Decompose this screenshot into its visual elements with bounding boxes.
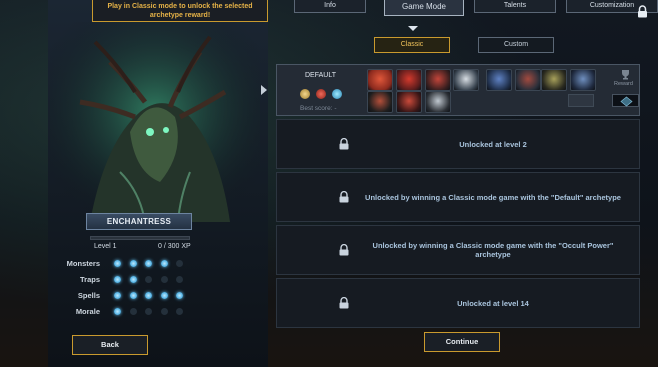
continue-button[interactable]: Continue <box>424 332 500 352</box>
monster-portrait[interactable] <box>396 69 422 91</box>
locked-archetype-card[interactable]: Unlocked by winning a Classic mode game … <box>276 172 640 222</box>
stat-pip <box>129 291 137 299</box>
monster-portrait[interactable] <box>453 69 479 91</box>
lock-icon <box>339 191 349 203</box>
diamond-icon <box>620 96 633 107</box>
stat-pip <box>176 307 183 315</box>
stat-label: Traps <box>79 274 100 284</box>
best-score: Best score: - <box>300 105 337 112</box>
trophy-icon <box>622 70 629 80</box>
stat-pip <box>176 275 183 283</box>
stat-pip <box>160 275 168 283</box>
stat-pip <box>160 259 168 267</box>
chevron-right-icon <box>261 85 267 95</box>
xp-label: 0 / 300 XP <box>158 243 191 250</box>
subtab-custom[interactable]: Custom <box>478 37 554 53</box>
stat-label: Spells <box>77 290 100 300</box>
stat-pip <box>145 259 152 267</box>
monster-portrait[interactable] <box>396 91 422 113</box>
reward-slot <box>568 94 594 107</box>
lock-icon <box>339 244 349 256</box>
stat-pip <box>176 259 183 267</box>
monster-portrait[interactable] <box>425 91 451 113</box>
stat-pip <box>160 291 168 299</box>
stat-pip <box>145 275 152 283</box>
back-button[interactable]: Back <box>72 335 148 355</box>
monster-portrait[interactable] <box>367 91 393 113</box>
stat-row-spells: Spells <box>56 290 192 300</box>
character-portrait <box>50 22 260 222</box>
monster-portrait[interactable] <box>367 69 393 91</box>
xp-bar <box>90 236 190 240</box>
tab-info[interactable]: Info <box>294 0 366 13</box>
character-name: ENCHANTRESS <box>86 213 192 230</box>
stat-row-monsters: Monsters <box>56 258 192 268</box>
stat-label: Morale <box>75 306 100 316</box>
stat-pip <box>176 291 183 299</box>
monster-portrait[interactable] <box>486 69 512 91</box>
stat-pip <box>129 307 137 315</box>
reward-label: Reward <box>614 81 633 87</box>
stat-pip <box>114 307 121 315</box>
lock-icon <box>339 138 349 150</box>
monster-portrait[interactable] <box>541 69 567 91</box>
tab-game-mode[interactable]: Game Mode <box>384 0 464 16</box>
stat-row-traps: Traps <box>56 274 192 284</box>
unlock-condition: Unlocked at level 14 <box>457 298 529 308</box>
stat-pip <box>145 307 152 315</box>
tab-talents[interactable]: Talents <box>474 0 556 13</box>
stat-pip <box>129 275 137 283</box>
skull-icon <box>300 89 310 99</box>
lock-icon <box>638 5 647 18</box>
archetype-title: DEFAULT <box>305 72 336 79</box>
monster-portrait[interactable] <box>515 69 541 91</box>
locked-archetype-card[interactable]: Unlocked by winning a Classic mode game … <box>276 225 640 275</box>
gem-icon <box>332 89 342 99</box>
locked-archetype-card[interactable]: Unlocked at level 14 <box>276 278 640 328</box>
stat-row-morale: Morale <box>56 306 192 316</box>
unlock-condition: Unlocked at level 2 <box>459 139 527 149</box>
archetype-hint: Play in Classic mode to unlock the selec… <box>92 0 268 22</box>
stat-pip <box>145 291 152 299</box>
unlock-condition: Unlocked by winning a Classic mode game … <box>365 192 621 202</box>
stat-label: Monsters <box>66 258 100 268</box>
unlock-condition: Unlocked by winning a Classic mode game … <box>372 241 614 259</box>
locked-archetype-card[interactable]: Unlocked at level 2 <box>276 119 640 169</box>
demon-icon <box>316 89 326 99</box>
stat-pip <box>114 291 121 299</box>
stat-pip <box>160 307 168 315</box>
lock-icon <box>339 297 349 309</box>
active-tab-pointer <box>408 26 418 31</box>
stat-pip <box>129 259 137 267</box>
level-label: Level 1 <box>94 243 117 250</box>
subtab-classic[interactable]: Classic <box>374 37 450 53</box>
monster-portrait[interactable] <box>570 69 596 91</box>
stat-pip <box>114 259 121 267</box>
stat-pip <box>114 275 121 283</box>
reward-box <box>612 94 639 107</box>
monster-portrait[interactable] <box>425 69 451 91</box>
